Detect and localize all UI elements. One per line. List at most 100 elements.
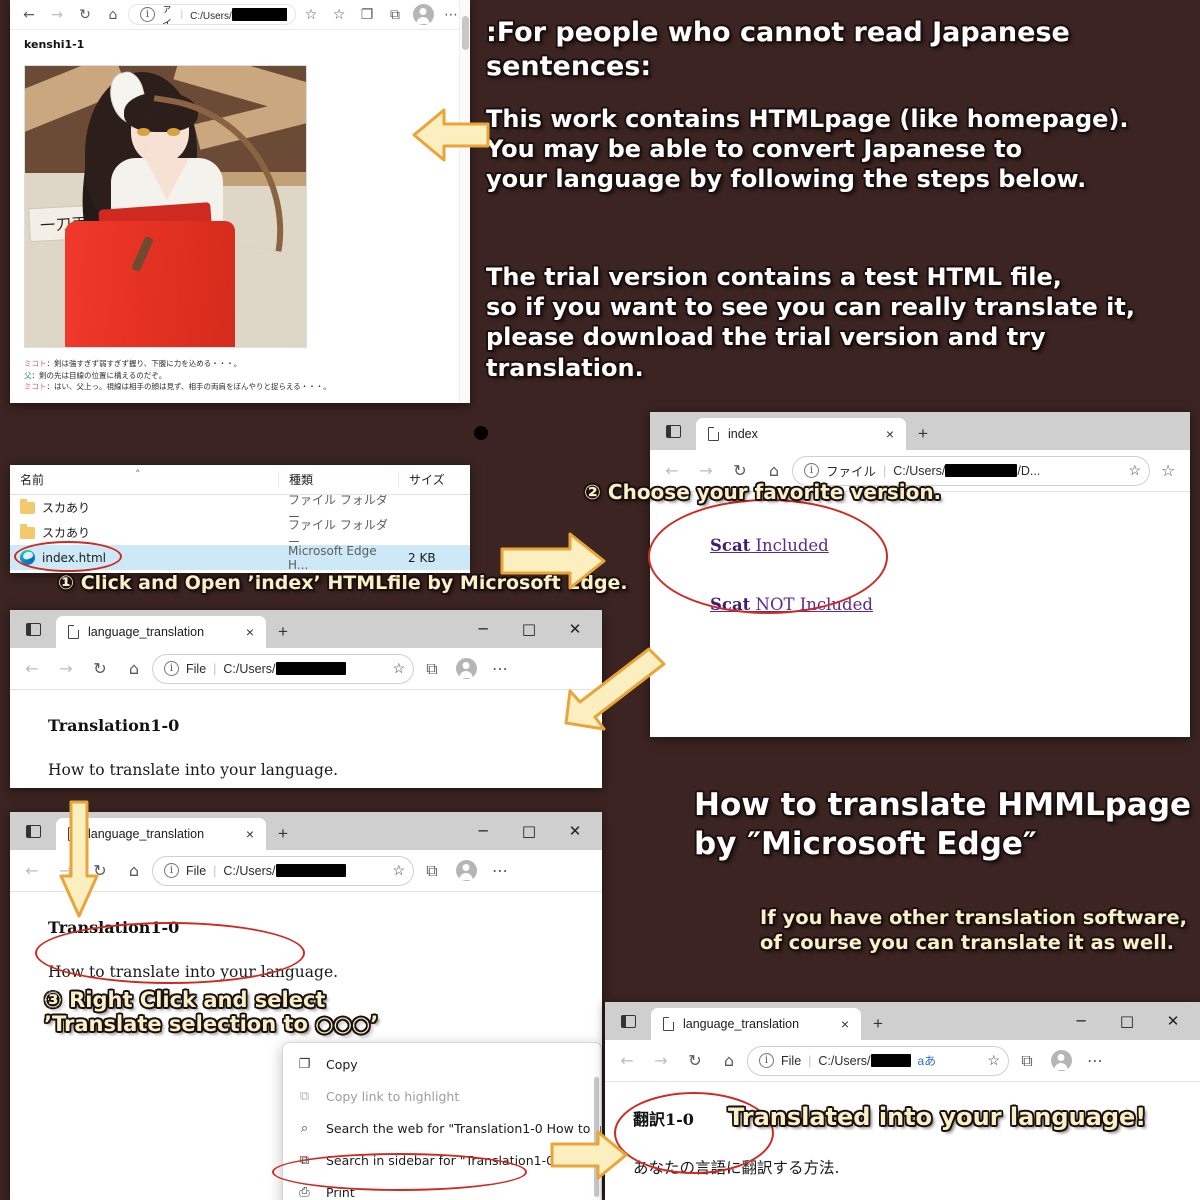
add-favorite-icon[interactable]: ☆: [987, 1052, 1000, 1069]
sidebar-toggle-icon[interactable]: [10, 812, 56, 850]
table-row[interactable]: スカあり ファイル フォルダー: [10, 493, 470, 524]
collections-icon[interactable]: ⧉: [416, 653, 448, 685]
sidebar-toggle-icon[interactable]: [650, 412, 696, 450]
maximize-button[interactable]: □: [506, 812, 552, 850]
maximize-button[interactable]: □: [506, 610, 552, 648]
minimize-button[interactable]: ─: [460, 610, 506, 648]
forward-icon[interactable]: →: [645, 1045, 677, 1077]
address-bar[interactable]: i File | C:/Users/ ☆: [152, 855, 414, 886]
forward-icon[interactable]: →: [44, 2, 70, 28]
url-separator: |: [213, 661, 217, 676]
new-tab-button[interactable]: +: [266, 818, 300, 850]
page-headline: :For people who cannot read Japanese sen…: [486, 17, 1070, 83]
home-icon[interactable]: ⌂: [118, 653, 150, 685]
site-info-icon[interactable]: i: [140, 7, 155, 22]
dialogue-line: 父：剣の先は目線の位置に構えるのだぞ。: [24, 370, 460, 382]
lt3-page-content: 翻訳1-0 あなたの言語に翻訳する方法.: [605, 1082, 1200, 1200]
link-scat-included[interactable]: Scat Included: [710, 536, 1190, 555]
favorite-icon[interactable]: ☆: [326, 2, 352, 28]
column-header-type[interactable]: 種類: [278, 471, 398, 488]
home-icon[interactable]: ⌂: [713, 1045, 745, 1077]
index-page-window[interactable]: index × + ← → ↻ ⌂ i ファイル | C:/Users//D..…: [650, 412, 1190, 737]
lt3-toolbar: ← → ↻ ⌂ i File | C:/Users/ aあ ☆ ⧉ ⋯: [605, 1040, 1200, 1082]
close-window-button[interactable]: ✕: [552, 610, 598, 648]
maximize-button[interactable]: □: [1104, 1002, 1150, 1040]
close-tab-icon[interactable]: ×: [240, 826, 260, 842]
browser-tab[interactable]: language_translation ×: [56, 616, 266, 648]
new-tab-button[interactable]: +: [906, 418, 940, 450]
close-tab-icon[interactable]: ×: [880, 426, 900, 442]
image-viewer-window[interactable]: ← → ↻ ⌂ i ファイル | C:/Users/Desktop/ ☆ ☆ ❐…: [10, 0, 470, 403]
collections-icon[interactable]: ❐: [354, 2, 380, 28]
file-type-cell: Microsoft Edge H...: [288, 543, 377, 572]
new-tab-button[interactable]: +: [266, 616, 300, 648]
table-row-selected[interactable]: index.html Microsoft Edge H... 2 KB: [10, 543, 470, 572]
more-options-icon[interactable]: ⋯: [484, 653, 516, 685]
reload-icon[interactable]: ↻: [679, 1045, 711, 1077]
close-tab-icon[interactable]: ×: [835, 1016, 855, 1032]
site-info-icon[interactable]: i: [804, 463, 819, 478]
forward-icon[interactable]: →: [50, 653, 82, 685]
url-text: C:/Users//D...: [893, 463, 1041, 478]
link-scat-not-included[interactable]: Scat NOT Included: [710, 595, 1190, 614]
sidebar-toggle-icon[interactable]: [10, 610, 56, 648]
site-info-icon[interactable]: i: [164, 863, 179, 878]
collections-icon[interactable]: ⧉: [1011, 1045, 1043, 1077]
scrollbar-thumb[interactable]: [462, 16, 469, 50]
add-favorite-icon[interactable]: ☆: [392, 660, 405, 677]
page-heading: Translation1-0: [48, 918, 180, 937]
page-icon: [68, 624, 80, 639]
back-icon[interactable]: ←: [16, 855, 48, 887]
profile-icon[interactable]: [410, 2, 436, 28]
menu-item-copy[interactable]: ❐ Copy: [283, 1048, 601, 1080]
reload-icon[interactable]: ↻: [72, 2, 98, 28]
minimize-button[interactable]: ─: [460, 812, 506, 850]
table-row[interactable]: スカあり ファイル フォルダー: [10, 518, 470, 549]
translation-page-window[interactable]: language_translation × + ─ □ ✕ ← → ↻ ⌂ i…: [10, 610, 602, 788]
add-favorite-icon[interactable]: ☆: [392, 862, 405, 879]
add-favorite-icon[interactable]: ☆: [1128, 462, 1141, 479]
url-text: C:/Users/Desktop/: [190, 7, 287, 22]
profile-icon[interactable]: [1045, 1045, 1077, 1077]
menu-item-copy-link-to-highlight[interactable]: ⧉ Copy link to highlight: [283, 1080, 601, 1112]
index-tabstrip: index × +: [650, 412, 1190, 450]
collections-icon[interactable]: ⧉: [416, 855, 448, 887]
browser-tab[interactable]: index ×: [696, 418, 906, 450]
back-icon[interactable]: ←: [16, 653, 48, 685]
reload-icon[interactable]: ↻: [84, 653, 116, 685]
window-controls: ─ □ ✕: [460, 812, 598, 850]
section-note: If you have other translation software, …: [760, 906, 1188, 954]
back-icon[interactable]: ←: [16, 2, 42, 28]
profile-icon[interactable]: [450, 653, 482, 685]
more-options-icon[interactable]: ⋯: [1079, 1045, 1111, 1077]
url-separator: |: [883, 463, 887, 478]
address-bar[interactable]: i File | C:/Users/ ☆: [152, 653, 414, 684]
back-icon[interactable]: ←: [611, 1045, 643, 1077]
address-bar[interactable]: i File | C:/Users/ aあ ☆: [747, 1045, 1009, 1076]
arrow-explorer-to-index: [496, 530, 608, 592]
home-icon[interactable]: ⌂: [100, 2, 126, 28]
address-bar[interactable]: i ファイル | C:/Users/Desktop/: [128, 4, 296, 25]
translated-page-window[interactable]: language_translation × + ─ □ ✕ ← → ↻ ⌂ i…: [605, 1002, 1200, 1200]
minimize-button[interactable]: ─: [1058, 1002, 1104, 1040]
favorites-bar-icon[interactable]: ☆: [1152, 455, 1184, 487]
site-info-icon[interactable]: i: [164, 661, 179, 676]
image-label-top: kenshi1-1: [24, 38, 85, 51]
viewer-scrollbar[interactable]: [459, 0, 470, 403]
home-icon[interactable]: ⌂: [118, 855, 150, 887]
more-options-icon[interactable]: ⋯: [484, 855, 516, 887]
column-header-name[interactable]: 名前 ˄: [10, 468, 278, 488]
site-info-icon[interactable]: i: [759, 1053, 774, 1068]
close-tab-icon[interactable]: ×: [240, 624, 260, 640]
column-header-size[interactable]: サイズ: [398, 471, 468, 488]
browser-tab[interactable]: language_translation ×: [651, 1008, 861, 1040]
close-window-button[interactable]: ✕: [552, 812, 598, 850]
new-tab-button[interactable]: +: [861, 1008, 895, 1040]
translate-badge-icon[interactable]: aあ: [918, 1052, 937, 1069]
profile-icon[interactable]: [450, 855, 482, 887]
read-aloud-icon[interactable]: ☆: [298, 2, 324, 28]
close-window-button[interactable]: ✕: [1150, 1002, 1196, 1040]
sidebar-toggle-icon[interactable]: [605, 1002, 651, 1040]
split-screen-icon[interactable]: ⧉: [382, 2, 408, 28]
file-explorer-window[interactable]: 名前 ˄ 種類 サイズ スカあり ファイル フォルダー スカあり ファイル フォ…: [10, 465, 470, 573]
